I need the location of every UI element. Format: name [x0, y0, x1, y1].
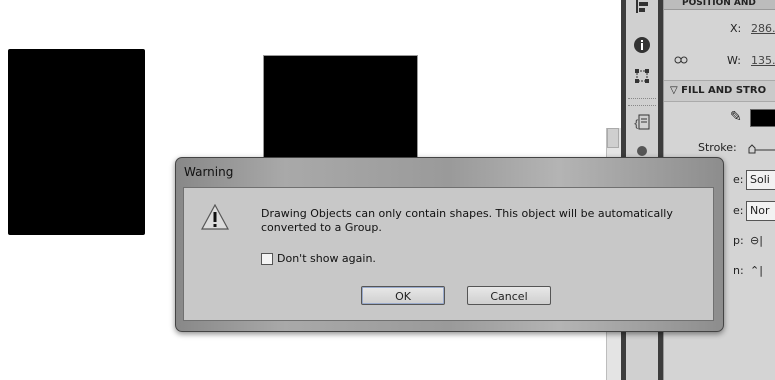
- cap-label: p:: [733, 234, 744, 247]
- stroke-label: Stroke:: [698, 141, 737, 154]
- x-value[interactable]: 286.: [751, 22, 775, 35]
- stage-scrollbar-thumb[interactable]: [607, 128, 619, 148]
- dialog-title: Warning: [184, 165, 234, 179]
- fill-stroke-header[interactable]: ▽ FILL AND STRO: [664, 80, 775, 102]
- stroke-style-select[interactable]: Soli: [746, 170, 775, 190]
- fill-color-swatch[interactable]: [750, 109, 775, 127]
- dont-show-again-checkbox[interactable]: [261, 252, 273, 265]
- svg-text:{: {: [633, 119, 639, 130]
- warning-triangle-icon: [200, 203, 230, 230]
- dont-show-again-row[interactable]: Don't show again.: [261, 252, 376, 265]
- stage-black-rectangle[interactable]: [8, 49, 145, 235]
- ok-button[interactable]: OK: [361, 286, 445, 305]
- cap-icon[interactable]: ⊖|: [750, 234, 763, 247]
- scale-select[interactable]: Nor: [746, 201, 775, 221]
- align-panel-icon[interactable]: [632, 0, 652, 17]
- transform-icon[interactable]: [632, 66, 652, 86]
- dialog-body: Drawing Objects can only contain shapes.…: [183, 187, 714, 321]
- style-label: e:: [733, 173, 744, 186]
- fill-stroke-header-label: FILL AND STRO: [681, 85, 767, 96]
- collapse-triangle-icon: ▽: [670, 85, 682, 96]
- x-label: X:: [730, 22, 742, 35]
- stage-selected-rectangle[interactable]: [263, 55, 418, 167]
- w-value[interactable]: 135.: [751, 54, 775, 67]
- stroke-slider[interactable]: [748, 144, 775, 157]
- info-icon[interactable]: [632, 35, 652, 55]
- w-label: W:: [727, 54, 741, 67]
- fill-pencil-icon: ✎: [730, 109, 742, 125]
- position-size-header[interactable]: POSITION AND: [664, 0, 775, 10]
- dialog-message: Drawing Objects can only contain shapes.…: [261, 207, 673, 234]
- join-label: n:: [733, 264, 744, 277]
- code-snippets-icon[interactable]: {: [632, 112, 652, 132]
- warning-dialog: Warning Drawing Objects can only contain…: [175, 157, 724, 332]
- cancel-button[interactable]: Cancel: [467, 286, 551, 305]
- dont-show-again-label[interactable]: Don't show again.: [277, 252, 376, 265]
- join-icon[interactable]: ⌃|: [750, 264, 763, 277]
- link-dimensions-icon[interactable]: [674, 54, 688, 69]
- scale-label: e:: [733, 204, 744, 217]
- dock-divider: [628, 98, 656, 106]
